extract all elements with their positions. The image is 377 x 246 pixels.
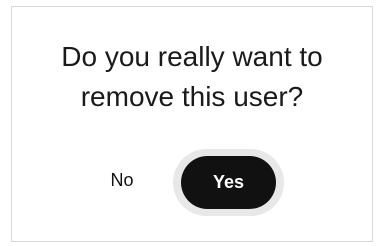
dialog-message-line-2: remove this user? [80, 81, 304, 112]
yes-button[interactable]: Yes [181, 156, 276, 209]
dialog-message: Do you really want to remove this user? [12, 37, 372, 117]
dialog-message-line-1: Do you really want to [61, 41, 323, 72]
no-button[interactable]: No [100, 162, 144, 198]
